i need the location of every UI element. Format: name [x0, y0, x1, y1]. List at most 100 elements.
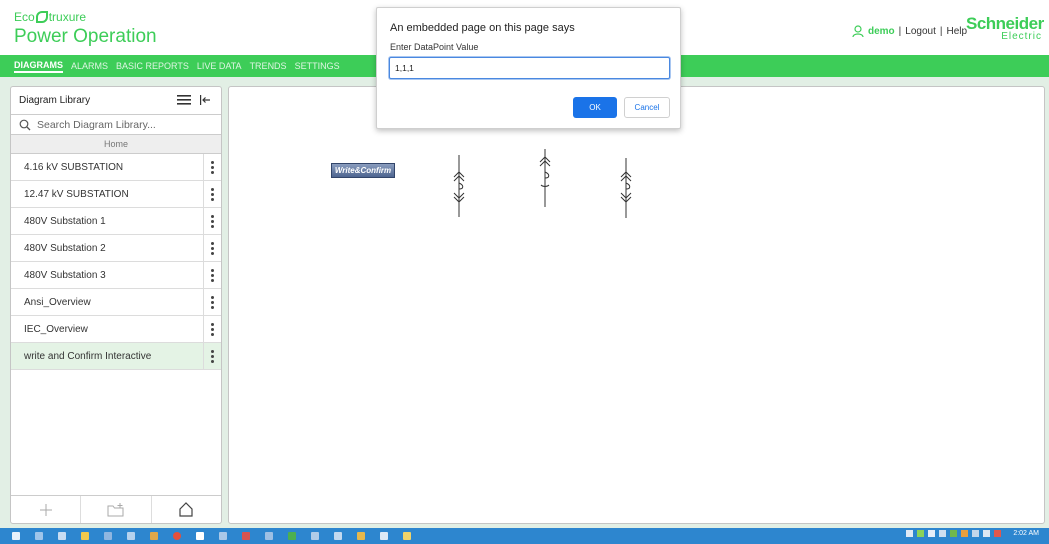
taskbar-clock[interactable]: 2:02 AM — [1013, 530, 1039, 537]
breaker-symbol-icon[interactable] — [535, 149, 555, 207]
library-header: Diagram Library — [11, 87, 221, 115]
dialog-title: An embedded page on this page says — [390, 22, 575, 34]
windows-taskbar: 2:02 AM — [0, 528, 1049, 544]
library-item-label: 12.47 kV SUBSTATION — [24, 188, 129, 200]
more-vertical-icon[interactable] — [203, 315, 221, 343]
nav-diagrams[interactable]: DIAGRAMS — [14, 60, 63, 73]
library-item-label: 480V Substation 3 — [24, 269, 106, 281]
add-folder-button[interactable] — [81, 496, 152, 523]
library-item-label: Ansi_Overview — [24, 296, 91, 308]
logout-link[interactable]: Logout — [905, 26, 936, 37]
taskbar-app-icon[interactable] — [305, 530, 325, 542]
taskbar-app-icon[interactable] — [397, 530, 417, 542]
taskbar-app-icon[interactable] — [328, 530, 348, 542]
tray-icon[interactable] — [928, 530, 936, 537]
library-item-label: 480V Substation 1 — [24, 215, 106, 227]
library-search[interactable]: Search Diagram Library... — [11, 115, 221, 135]
tray-icon[interactable] — [983, 530, 991, 537]
library-title: Diagram Library — [19, 95, 91, 106]
user-menu: demo | Logout | Help — [852, 25, 967, 38]
tray-icon[interactable] — [972, 530, 980, 537]
separator: | — [898, 26, 902, 37]
library-item-label: 4.16 kV SUBSTATION — [24, 161, 124, 173]
more-vertical-icon[interactable] — [203, 342, 221, 370]
tray-icon[interactable] — [994, 530, 1002, 537]
schneider-electric-logo: Schneider Electric — [966, 14, 1044, 46]
diagram-canvas — [228, 86, 1045, 524]
more-vertical-icon[interactable] — [203, 261, 221, 289]
username[interactable]: demo — [868, 26, 895, 37]
nav-trends[interactable]: TRENDS — [250, 61, 287, 71]
library-home[interactable]: Home — [11, 135, 221, 154]
more-vertical-icon[interactable] — [203, 180, 221, 208]
library-item[interactable]: Ansi_Overview — [11, 288, 221, 316]
folder-icon[interactable] — [75, 530, 95, 542]
library-item[interactable]: 4.16 kV SUBSTATION — [11, 153, 221, 181]
library-item-label: 480V Substation 2 — [24, 242, 106, 254]
library-item[interactable]: 480V Substation 3 — [11, 261, 221, 289]
taskbar-app-icon[interactable] — [52, 530, 72, 542]
more-vertical-icon[interactable] — [203, 288, 221, 316]
nav-live-data[interactable]: LIVE DATA — [197, 61, 242, 71]
start-icon[interactable] — [6, 530, 26, 542]
taskbar-app-icon[interactable] — [29, 530, 49, 542]
search-icon — [19, 119, 31, 130]
separator: | — [939, 26, 943, 37]
ok-button[interactable]: OK — [573, 97, 617, 118]
breaker-symbol-icon[interactable] — [616, 158, 636, 218]
tray-icon[interactable] — [906, 530, 914, 537]
taskbar-app-icon[interactable] — [236, 530, 256, 542]
taskbar-app-icon[interactable] — [351, 530, 371, 542]
taskbar-app-icon[interactable] — [144, 530, 164, 542]
tray-icon[interactable] — [961, 530, 969, 537]
nav-alarms[interactable]: ALARMS — [71, 61, 108, 71]
app-title: Power Operation — [14, 26, 157, 47]
brand-eco-text: Eco — [14, 10, 35, 24]
library-item[interactable]: 480V Substation 1 — [11, 207, 221, 235]
diagram-library-panel: Diagram Library Search Diagram Library..… — [10, 86, 222, 524]
dialog-message: Enter DataPoint Value — [390, 42, 479, 52]
new-folder-icon — [107, 502, 124, 516]
home-button[interactable] — [152, 496, 221, 523]
tray-icon[interactable] — [950, 530, 958, 537]
leaf-icon — [35, 11, 48, 23]
library-item[interactable]: 12.47 kV SUBSTATION — [11, 180, 221, 208]
taskbar-app-icon[interactable] — [374, 530, 394, 542]
brand-struxure-text: truxure — [48, 10, 87, 24]
plus-icon — [39, 503, 52, 516]
search-placeholder: Search Diagram Library... — [37, 118, 156, 131]
ecostruxure-logo: Eco truxure — [14, 10, 86, 24]
datapoint-value-input[interactable] — [389, 57, 670, 79]
library-item[interactable]: 480V Substation 2 — [11, 234, 221, 262]
add-diagram-button[interactable] — [11, 496, 82, 523]
nav-settings[interactable]: SETTINGS — [295, 61, 340, 71]
menu-icon[interactable] — [177, 94, 191, 106]
chrome-icon[interactable] — [167, 530, 187, 542]
taskbar-app-icon[interactable] — [190, 530, 210, 542]
library-item-selected[interactable]: write and Confirm Interactive — [11, 342, 221, 370]
prompt-dialog: An embedded page on this page says Enter… — [376, 7, 681, 129]
taskbar-app-icon[interactable] — [259, 530, 279, 542]
library-item[interactable]: IEC_Overview — [11, 315, 221, 343]
collapse-panel-icon[interactable] — [199, 94, 211, 106]
cancel-button[interactable]: Cancel — [624, 97, 670, 118]
more-vertical-icon[interactable] — [203, 234, 221, 262]
home-icon — [179, 502, 193, 517]
breaker-symbol-icon[interactable] — [449, 155, 469, 217]
system-tray: 2:02 AM — [906, 530, 1039, 537]
taskbar-app-icon[interactable] — [121, 530, 141, 542]
more-vertical-icon[interactable] — [203, 153, 221, 181]
taskbar-app-icon[interactable] — [282, 530, 302, 542]
tray-icon[interactable] — [917, 530, 925, 537]
library-footer — [11, 495, 221, 523]
write-confirm-button[interactable]: Write&Confirm — [331, 163, 395, 178]
nav-basic-reports[interactable]: BASIC REPORTS — [116, 61, 189, 71]
library-item-label: IEC_Overview — [24, 323, 88, 335]
taskbar-app-icon[interactable] — [213, 530, 233, 542]
more-vertical-icon[interactable] — [203, 207, 221, 235]
taskbar-app-icon[interactable] — [98, 530, 118, 542]
help-link[interactable]: Help — [946, 26, 967, 37]
tray-icon[interactable] — [939, 530, 947, 537]
user-icon — [852, 25, 864, 38]
library-item-label: write and Confirm Interactive — [24, 350, 152, 362]
